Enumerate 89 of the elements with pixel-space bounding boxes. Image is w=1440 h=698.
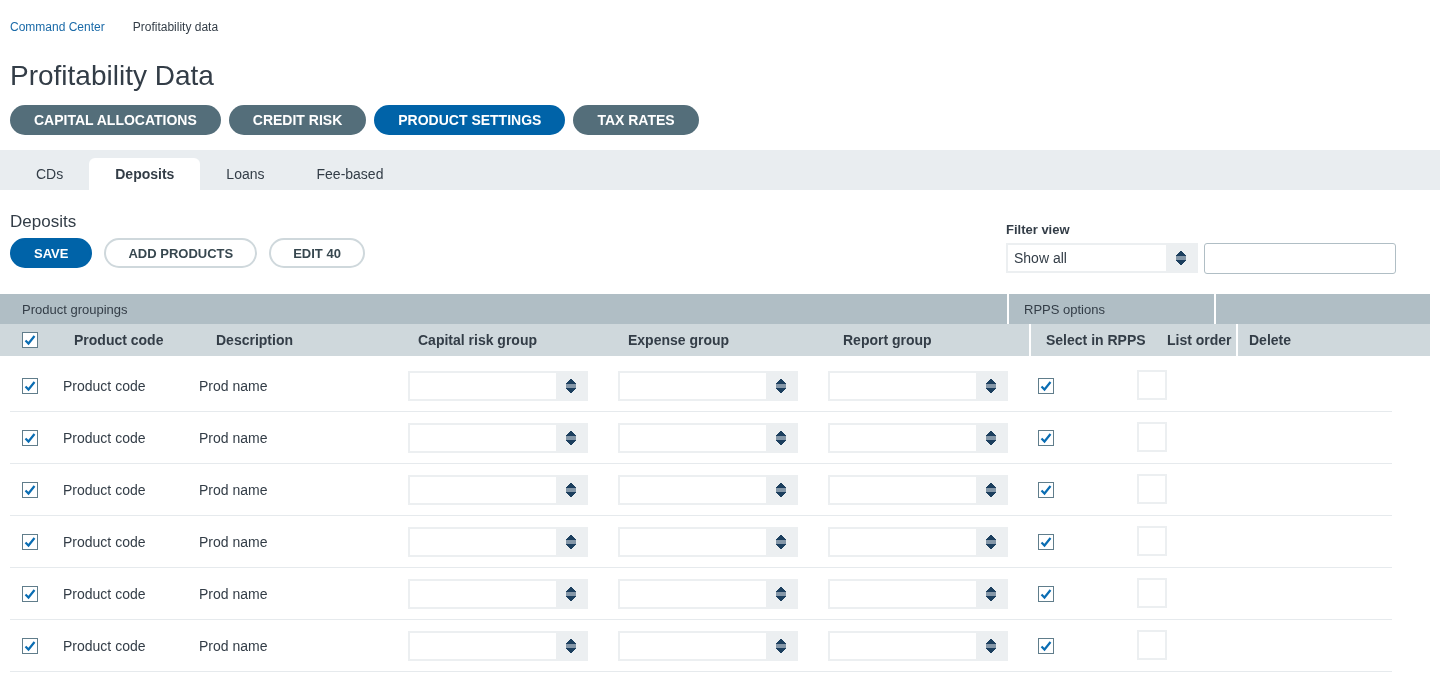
table-cell-text: Product code: [63, 481, 147, 498]
sort-arrows-icon: [776, 586, 786, 601]
filter-select[interactable]: Show all: [1006, 243, 1198, 273]
table-cell-text: Prod name: [199, 585, 269, 602]
dropdown[interactable]: [828, 578, 1008, 609]
rpps-checkbox[interactable]: [1038, 637, 1054, 654]
sort-arrows-icon: [776, 638, 786, 653]
rpps-checkbox[interactable]: [1038, 481, 1054, 498]
row-checkbox[interactable]: [22, 429, 38, 446]
row-checkbox[interactable]: [22, 481, 38, 498]
table-cell-text: Prod name: [199, 533, 269, 550]
dropdown[interactable]: [618, 578, 798, 609]
column-header: Capital risk group: [418, 332, 539, 348]
sort-arrows-icon: [566, 430, 576, 445]
rpps-checkbox[interactable]: [1038, 533, 1054, 550]
sort-arrows-icon: [776, 378, 786, 393]
tab[interactable]: Deposits: [89, 158, 201, 190]
save-button[interactable]: SAVE: [10, 238, 93, 268]
dropdown[interactable]: [618, 630, 798, 661]
tab[interactable]: Fee-based: [290, 158, 410, 190]
dropdown[interactable]: [828, 474, 1008, 505]
tab[interactable]: CDs: [10, 158, 90, 190]
group-label: Product groupings: [21, 301, 129, 317]
dropdown[interactable]: [618, 526, 798, 557]
dropdown[interactable]: [408, 630, 588, 661]
sort-arrows-icon: [566, 482, 576, 497]
rpps-checkbox[interactable]: [1038, 429, 1054, 446]
table-cell-text: Product code: [63, 585, 147, 602]
table-cell-text: Prod name: [199, 481, 269, 498]
rpps-checkbox[interactable]: [1038, 377, 1054, 394]
column-header: List order: [1167, 332, 1233, 348]
dropdown[interactable]: [618, 422, 798, 453]
dropdown[interactable]: [618, 474, 798, 505]
row-checkbox[interactable]: [22, 637, 38, 654]
nav-button[interactable]: CAPITAL ALLOCATIONS: [10, 105, 221, 135]
table-cell-text: Prod name: [199, 429, 269, 446]
sort-arrows-icon: [776, 430, 786, 445]
sort-arrows-icon: [986, 586, 996, 601]
breadcrumb-current: Profitability data: [132, 20, 219, 34]
nav-button[interactable]: CREDIT RISK: [228, 105, 367, 135]
sort-arrows-icon: [1176, 251, 1186, 265]
sort-arrows-icon: [566, 586, 576, 601]
action-button[interactable]: ADD PRODUCTS: [104, 238, 258, 268]
sort-arrows-icon: [776, 534, 786, 549]
sort-arrows-icon: [986, 638, 996, 653]
column-header: Expense group: [628, 332, 731, 348]
sort-arrows-icon: [986, 482, 996, 497]
row-checkbox[interactable]: [22, 533, 38, 550]
dropdown[interactable]: [408, 370, 588, 401]
table-cell-text: Product code: [63, 637, 147, 654]
page-title: Profitability Data: [10, 59, 215, 93]
sort-arrows-icon: [566, 534, 576, 549]
column-header: Delete: [1236, 324, 1430, 356]
dropdown[interactable]: [828, 630, 1008, 661]
table-cell-text: Product code: [63, 429, 147, 446]
column-header: Product code: [74, 332, 165, 348]
nav-button[interactable]: PRODUCT SETTINGS: [374, 105, 566, 135]
dropdown[interactable]: [408, 474, 588, 505]
dropdown[interactable]: [828, 526, 1008, 557]
column-header: Report group: [843, 332, 933, 348]
breadcrumb-link[interactable]: Command Center: [10, 20, 105, 34]
dropdown[interactable]: [618, 370, 798, 401]
dropdown[interactable]: [408, 526, 588, 557]
dropdown[interactable]: [408, 578, 588, 609]
dropdown[interactable]: [828, 422, 1008, 453]
row-checkbox[interactable]: [22, 377, 38, 394]
sort-arrows-icon: [986, 378, 996, 393]
select-all-checkbox[interactable]: [22, 332, 38, 348]
rpps-checkbox[interactable]: [1038, 585, 1054, 602]
sort-arrows-icon: [566, 378, 576, 393]
table-cell-text: Product code: [63, 377, 147, 394]
filter-input[interactable]: [1204, 243, 1396, 274]
tab[interactable]: Loans: [200, 158, 291, 190]
dropdown[interactable]: [828, 370, 1008, 401]
table-cell-text: Prod name: [199, 377, 269, 394]
action-button[interactable]: EDIT 40: [269, 238, 365, 268]
row-checkbox[interactable]: [22, 585, 38, 602]
table-cell-text: Prod name: [199, 637, 269, 654]
dropdown[interactable]: [408, 422, 588, 453]
section-title: Deposits: [10, 212, 78, 232]
column-header: Description: [216, 332, 294, 348]
column-header: Select in RPPS: [1029, 324, 1167, 356]
sort-arrows-icon: [776, 482, 786, 497]
sort-arrows-icon: [986, 534, 996, 549]
table-cell-text: Product code: [63, 533, 147, 550]
nav-button[interactable]: TAX RATES: [573, 105, 699, 135]
filter-label: Filter view: [1006, 222, 1071, 239]
sort-arrows-icon: [566, 638, 576, 653]
sort-arrows-icon: [986, 430, 996, 445]
